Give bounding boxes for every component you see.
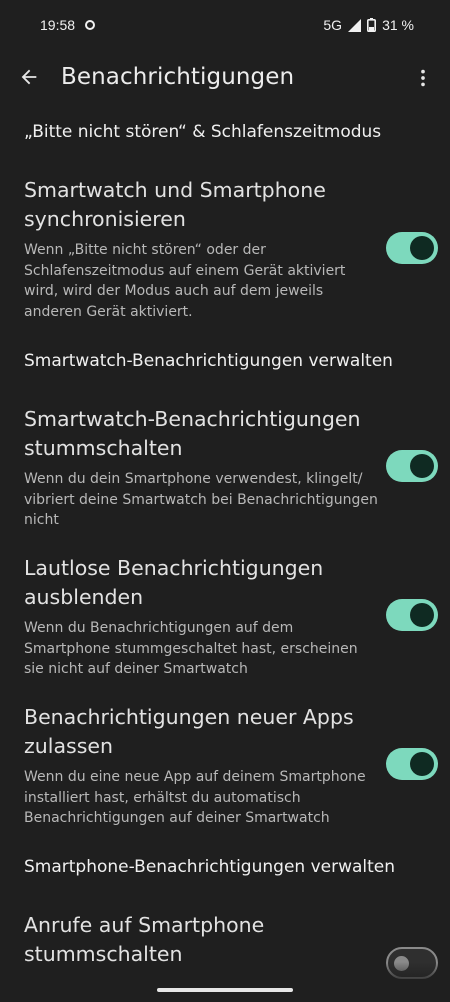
setting-mute-watch-notifications[interactable]: Smartwatch-Benachrichtigungen stummschal… xyxy=(24,405,380,531)
toggle-knob xyxy=(410,236,434,260)
toggle-knob xyxy=(410,454,434,478)
setting-hide-silent-notifications[interactable]: Lautlose Benachrichtigungen ausblenden W… xyxy=(24,554,380,680)
setting-title: Smartwatch und Smartphone synchronisiere… xyxy=(24,178,326,231)
section-header-watch: Smartwatch-Benachrichtigungen verwalten xyxy=(24,351,393,371)
toggle-knob xyxy=(410,752,434,776)
battery-percent: 31 % xyxy=(382,17,414,33)
back-button[interactable] xyxy=(16,64,42,90)
section-header-phone: Smartphone-Benachrichtigungen verwalten xyxy=(24,857,396,877)
app-bar: Benachrichtigungen xyxy=(0,52,450,104)
setting-description: Wenn „Bitte nicht stören“ oder der Schla… xyxy=(24,242,346,320)
setting-sync-dnd[interactable]: Smartwatch und Smartphone synchronisiere… xyxy=(24,176,380,322)
hide-silent-notifications-toggle[interactable] xyxy=(386,599,438,631)
setting-allow-new-app-notifications[interactable]: Benachrichtigungen neuer Apps zulassen W… xyxy=(24,703,380,829)
setting-description: Wenn du dein Smartphone verwendest, klin… xyxy=(24,471,378,528)
sync-dnd-toggle[interactable] xyxy=(386,232,438,264)
page-title: Benachrichtigungen xyxy=(61,64,295,90)
section-header-dnd: „Bitte nicht stören“ & Schlafenszeitmodu… xyxy=(24,122,382,142)
mute-watch-notifications-toggle[interactable] xyxy=(386,450,438,482)
status-left: 19:58 xyxy=(40,17,96,33)
setting-description: Wenn du Benachrichtigungen auf dem Smart… xyxy=(24,620,358,677)
setting-title: Smartwatch-Benachrichtigungen stummschal… xyxy=(24,407,361,460)
bottom-fade xyxy=(0,962,450,1002)
setting-description: Wenn du eine neue App auf deinem Smartph… xyxy=(24,769,366,826)
more-options-button[interactable] xyxy=(410,65,436,91)
setting-mute-phone-calls[interactable]: Anrufe auf Smartphone stummschalten xyxy=(24,911,380,969)
signal-icon xyxy=(348,18,362,32)
gesture-nav-handle[interactable] xyxy=(157,988,293,992)
more-vert-icon xyxy=(421,69,425,87)
setting-title: Lautlose Benachrichtigungen ausblenden xyxy=(24,556,324,609)
arrow-back-icon xyxy=(21,69,37,85)
notification-app-icon xyxy=(85,20,96,30)
setting-title: Benachrichtigungen neuer Apps zulassen xyxy=(24,705,354,758)
setting-title: Anrufe auf Smartphone stummschalten xyxy=(24,913,265,966)
allow-new-app-notifications-toggle[interactable] xyxy=(386,748,438,780)
network-label: 5G xyxy=(323,17,343,33)
status-bar: 19:58 5G 31 % xyxy=(0,0,450,50)
toggle-knob xyxy=(410,603,434,627)
status-right: 5G 31 % xyxy=(323,17,414,33)
battery-icon xyxy=(367,18,377,32)
status-time: 19:58 xyxy=(40,17,76,33)
